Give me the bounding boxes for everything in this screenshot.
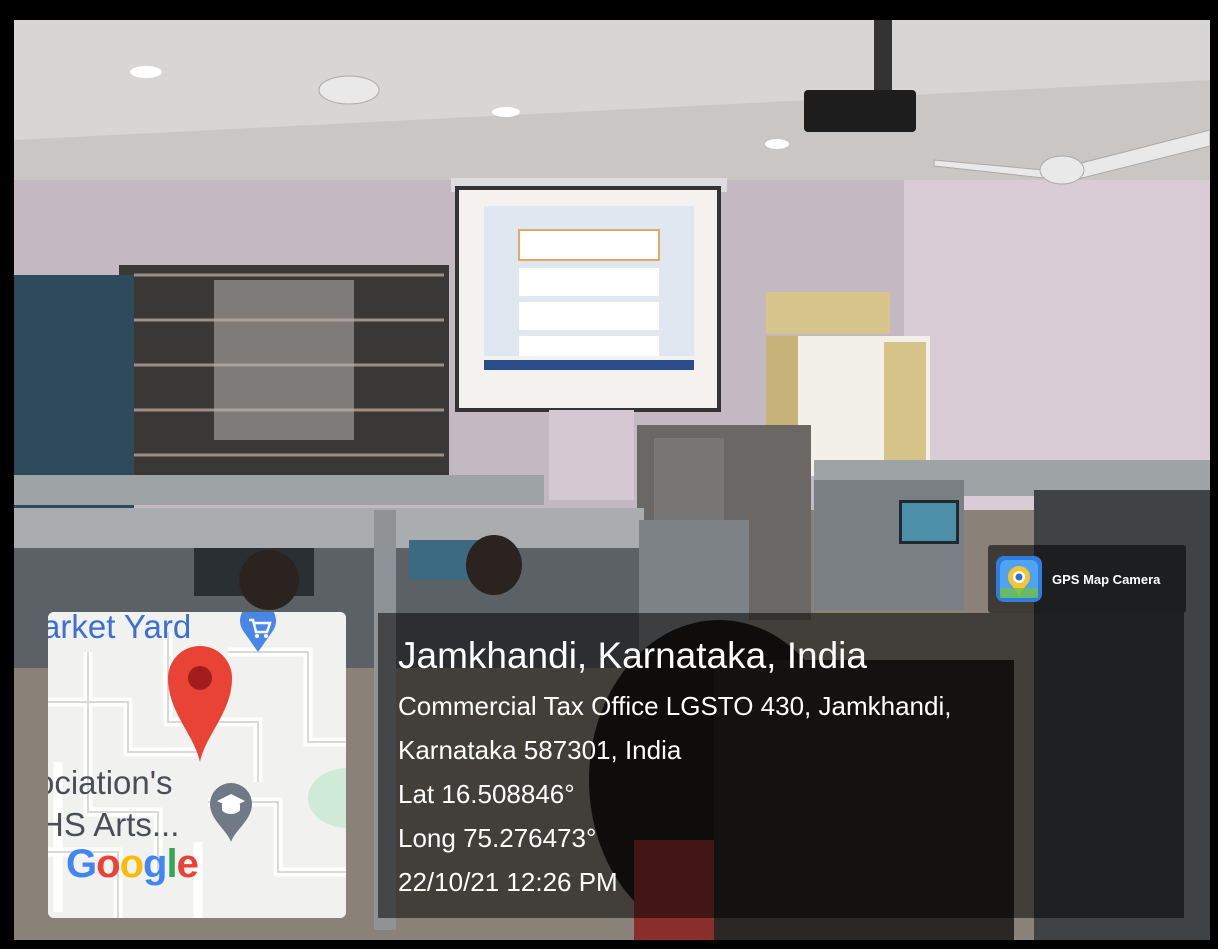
address-line-1: Commercial Tax Office LGSTO 430, Jamkhan… [398, 691, 952, 721]
shopping-cart-icon [240, 612, 276, 652]
gps-map-camera-app-icon [996, 556, 1042, 602]
google-letter: g [143, 842, 167, 886]
photo-frame: GPS Map Camera Jamkhandi, Karnataka, Ind… [0, 0, 1218, 949]
map-thumbnail: arket Yard ociation's HS Arts... Google [48, 612, 346, 918]
graduation-cap-icon [210, 783, 252, 842]
location-title: Jamkhandi, Karnataka, India [398, 635, 867, 676]
google-letter: l [166, 842, 177, 886]
datetime-text: 22/10/21 12:26 PM [398, 867, 618, 897]
longitude-text: Long 75.276473° [398, 823, 597, 853]
map-label-hs-arts: HS Arts... [48, 806, 180, 843]
latitude-text: Lat 16.508846° [398, 779, 575, 809]
google-letter: o [119, 842, 144, 886]
gps-map-camera-badge: GPS Map Camera [988, 545, 1186, 613]
map-pin-icon [168, 646, 232, 762]
google-letter: G [66, 842, 97, 886]
app-badge-label: GPS Map Camera [1052, 571, 1161, 587]
google-letter: e [176, 842, 199, 886]
google-letter: o [96, 842, 120, 886]
address-line-2: Karnataka 587301, India [398, 735, 682, 765]
google-logo: Google [66, 842, 199, 887]
map-label-association: ociation's [48, 764, 173, 801]
location-info-panel: Jamkhandi, Karnataka, India Commercial T… [378, 613, 1184, 918]
map-label-market-yard: arket Yard [48, 612, 192, 645]
